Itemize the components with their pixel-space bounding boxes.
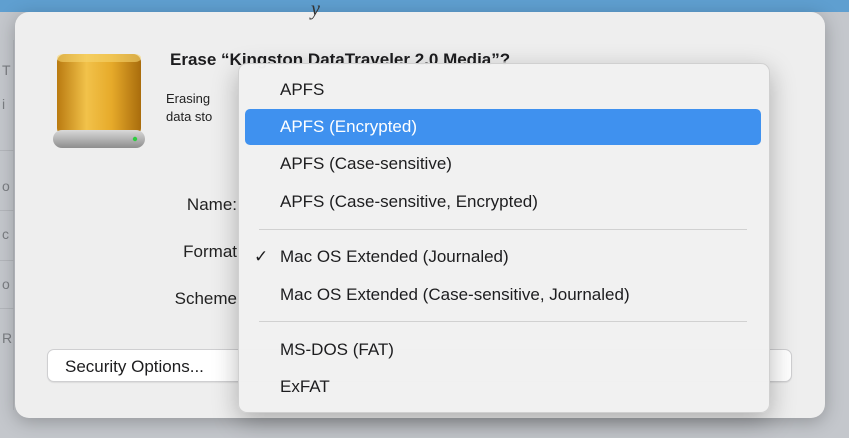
menu-item-label: MS-DOS (FAT) [280, 340, 394, 359]
menu-separator [259, 321, 747, 322]
menu-item-label: Mac OS Extended (Journaled) [280, 247, 509, 266]
background-divider [0, 308, 14, 309]
menu-item-label: ExFAT [280, 377, 330, 396]
format-dropdown-menu: APFS APFS (Encrypted) APFS (Case-sensiti… [238, 63, 770, 413]
background-divider [0, 150, 14, 151]
security-options-label: Security Options... [65, 357, 204, 376]
menu-item-label: Mac OS Extended (Case-sensitive, Journal… [280, 285, 630, 304]
menu-item-label: APFS (Case-sensitive) [280, 154, 452, 173]
checkmark-icon: ✓ [254, 247, 269, 266]
background-text-fragment: o [2, 178, 10, 194]
background-text-fragment: i [2, 96, 6, 112]
format-label: Format [183, 242, 237, 261]
external-drive-icon [51, 52, 147, 162]
menu-item-apfs-case-sensitive-encrypted[interactable]: APFS (Case-sensitive, Encrypted) [245, 184, 761, 220]
menu-item-apfs-encrypted[interactable]: APFS (Encrypted) [245, 109, 761, 145]
background-text-fragment: R [2, 330, 13, 346]
menu-item-apfs-case-sensitive[interactable]: APFS (Case-sensitive) [245, 146, 761, 182]
menu-item-exfat[interactable]: ExFAT [245, 369, 761, 405]
background-window-strip: T i o c o R [0, 40, 14, 410]
menu-separator [259, 229, 747, 230]
background-text-fragment: o [2, 276, 10, 292]
menu-item-ms-dos-fat[interactable]: MS-DOS (FAT) [245, 332, 761, 368]
menu-item-label: APFS (Encrypted) [280, 117, 417, 136]
menu-item-label: APFS (Case-sensitive, Encrypted) [280, 192, 538, 211]
menu-item-apfs[interactable]: APFS [245, 72, 761, 108]
menu-item-mac-os-extended-journaled[interactable]: ✓ Mac OS Extended (Journaled) [245, 239, 761, 275]
background-divider [0, 260, 14, 261]
background-text-fragment: c [2, 226, 9, 242]
menu-item-mac-os-extended-case-sensitive-journaled[interactable]: Mac OS Extended (Case-sensitive, Journal… [245, 277, 761, 313]
background-text-fragment: T [2, 62, 11, 78]
scheme-label: Scheme [174, 289, 237, 308]
background-divider [0, 210, 14, 211]
menu-item-label: APFS [280, 80, 325, 99]
name-label: Name: [186, 195, 237, 214]
cropped-text-fragment: y [311, 0, 320, 20]
